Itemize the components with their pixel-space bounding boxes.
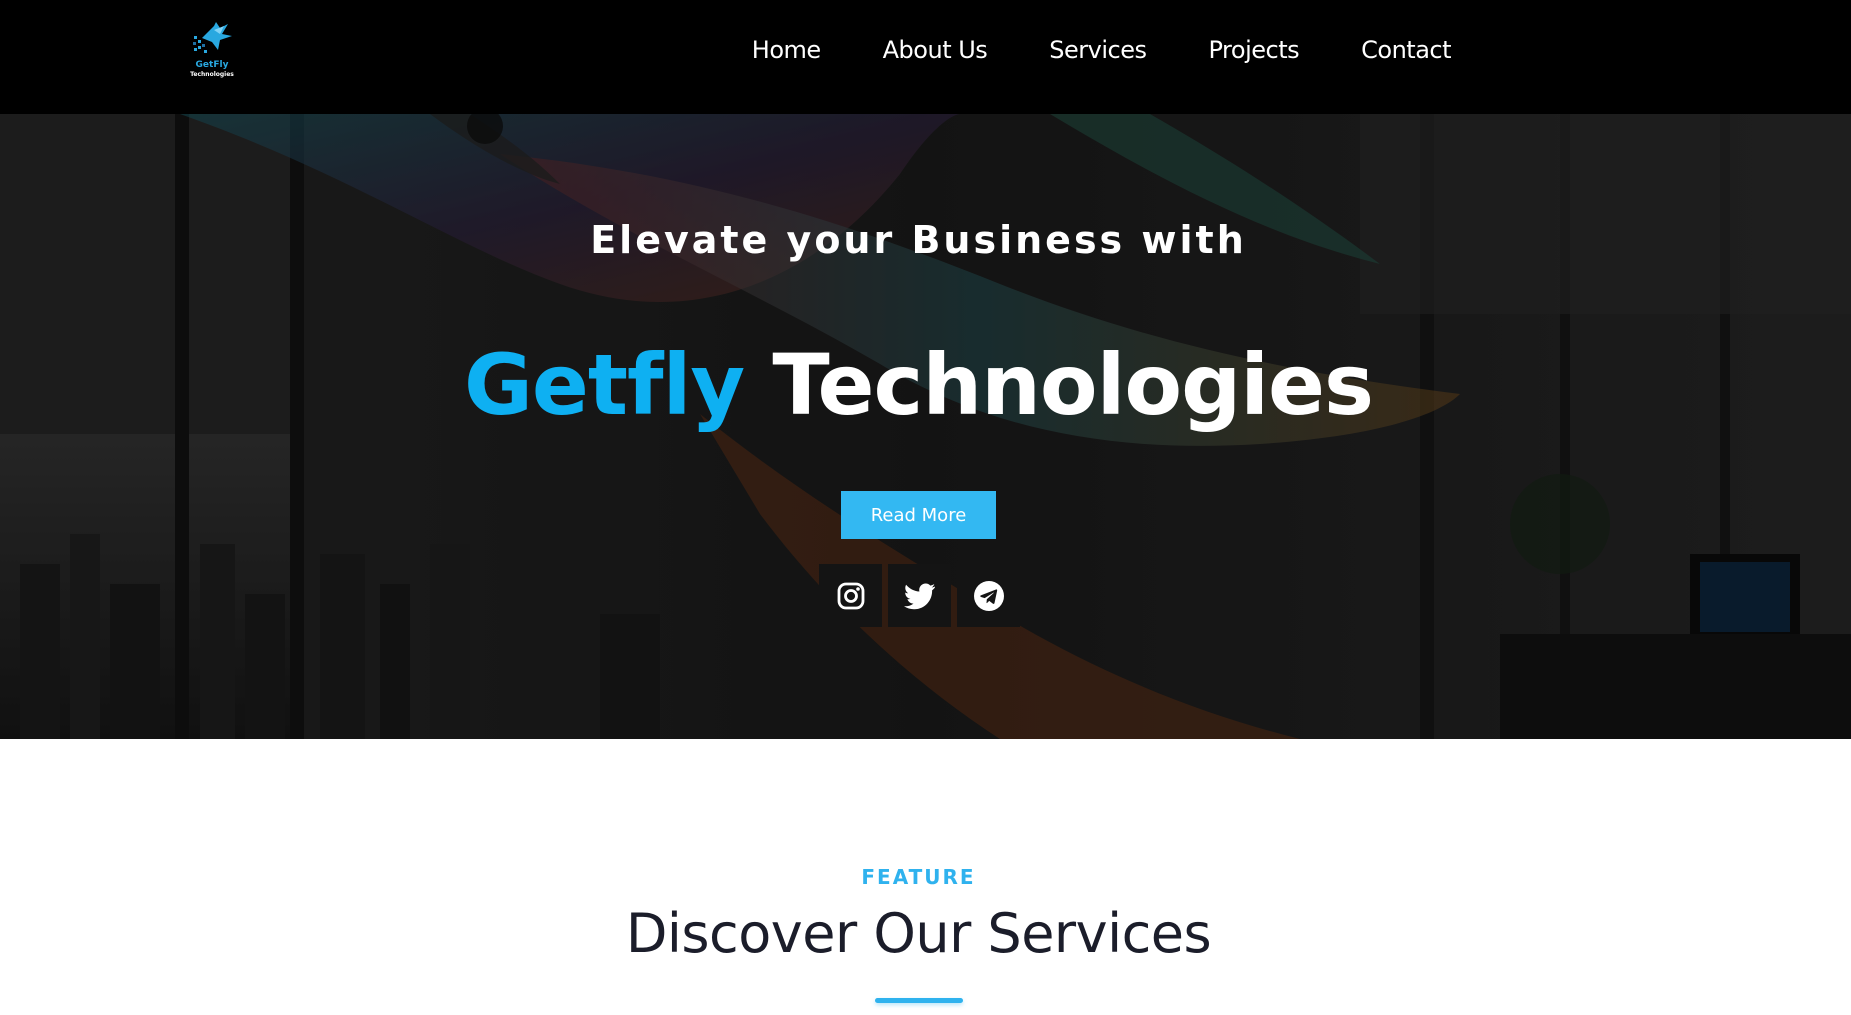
feature-section: FEATURE Discover Our Services (0, 739, 1851, 1015)
logo-name: GetFly (195, 60, 229, 70)
feature-title: Discover Our Services (625, 902, 1212, 965)
hero-title-accent: Getfly (463, 336, 745, 434)
nav-about-link[interactable]: About Us (883, 36, 988, 64)
read-more-button[interactable]: Read More (841, 491, 996, 539)
logo-tagline: Technologies (190, 71, 234, 78)
social-links (819, 564, 1020, 627)
nav-home-link[interactable]: Home (752, 36, 821, 64)
nav-services-link[interactable]: Services (1049, 36, 1147, 64)
telegram-link[interactable] (957, 564, 1020, 627)
feature-kicker: FEATURE (861, 865, 976, 889)
hero-section: Elevate your Business with Getfly Techno… (0, 114, 1851, 739)
hummingbird-logo-icon (193, 22, 232, 53)
twitter-icon (903, 583, 935, 609)
telegram-icon (973, 580, 1004, 611)
main-nav: Home About Us Services Projects Contact (752, 0, 1452, 100)
instagram-icon (837, 582, 864, 609)
feature-title-underline (875, 998, 963, 1003)
hero-title-main: Technologies (772, 336, 1374, 434)
hero-subtitle: Elevate your Business with (590, 218, 1247, 262)
hero-title: Getfly Technologies (0, 336, 1837, 434)
instagram-link[interactable] (819, 564, 882, 627)
nav-contact-link[interactable]: Contact (1361, 36, 1451, 64)
twitter-link[interactable] (888, 564, 951, 627)
nav-projects-link[interactable]: Projects (1209, 36, 1300, 64)
top-navbar: GetFly Technologies Home About Us Servic… (0, 0, 1851, 114)
brand-logo[interactable]: GetFly Technologies (180, 20, 244, 84)
